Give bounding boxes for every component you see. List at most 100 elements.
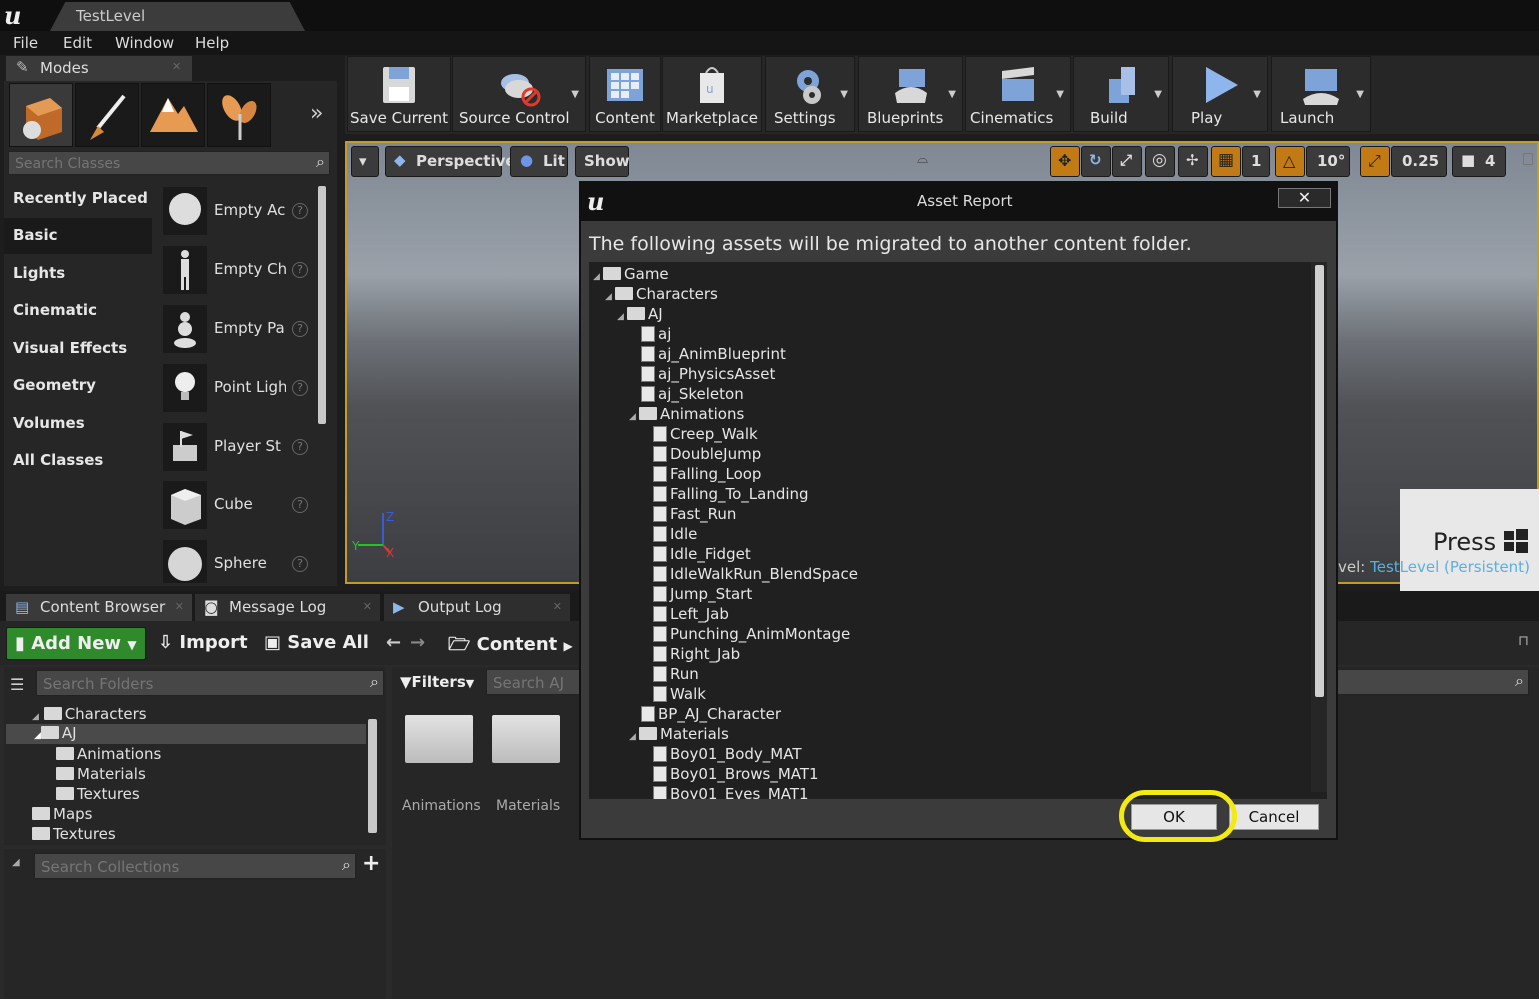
tree-asset-row[interactable]: DoubleJump: [653, 444, 761, 464]
content-button[interactable]: Content: [589, 56, 661, 132]
grid-size-dropdown[interactable]: 1: [1242, 146, 1270, 177]
tree-asset-row[interactable]: Falling_Loop: [653, 464, 761, 484]
expand-triangle-icon[interactable]: ◢: [629, 407, 639, 427]
search-folders-field[interactable]: ⌕: [36, 670, 384, 696]
launch-button[interactable]: Launch ▼: [1271, 56, 1371, 132]
tab-output-log[interactable]: ▶ Output Log ✕: [384, 594, 570, 621]
lit-button[interactable]: ● Lit: [510, 146, 568, 177]
folder-tile-animations[interactable]: [405, 715, 473, 763]
viewport-options-button[interactable]: ▾: [351, 146, 379, 177]
close-icon[interactable]: ✕: [363, 600, 372, 613]
expand-triangle-icon[interactable]: ◢: [617, 307, 627, 327]
place-item-player-start[interactable]: Player St ?: [160, 420, 312, 476]
folder-tree-scrollbar[interactable]: [368, 719, 377, 833]
foliage-mode-button[interactable]: [207, 83, 271, 147]
place-item-empty-pawn[interactable]: Empty Pa ?: [160, 302, 312, 358]
place-item-empty-character[interactable]: Empty Ch ?: [160, 243, 312, 299]
tree-asset-row[interactable]: aj_Skeleton: [641, 384, 744, 404]
tab-content-browser[interactable]: ▤ Content Browser ✕: [6, 594, 192, 621]
folder-item-maps[interactable]: Maps: [32, 805, 92, 823]
world-local-button[interactable]: ◎: [1145, 146, 1175, 177]
tree-asset-row[interactable]: Boy01_Brows_MAT1: [653, 764, 819, 784]
dropdown-arrow-icon[interactable]: ▼: [948, 89, 956, 100]
more-modes-icon[interactable]: »: [310, 101, 323, 126]
scale-snap-toggle[interactable]: ⤢: [1360, 146, 1390, 177]
landscape-mode-button[interactable]: [141, 83, 205, 147]
surface-snap-button[interactable]: ✢: [1178, 146, 1208, 177]
menu-window[interactable]: Window: [115, 34, 174, 52]
rotation-snap-dropdown[interactable]: 10°: [1306, 146, 1350, 177]
camera-speed-button[interactable]: ■ 4: [1452, 146, 1506, 177]
level-tab[interactable]: TestLevel: [50, 2, 305, 31]
place-item-cube[interactable]: Cube ?: [160, 478, 312, 534]
tree-asset-row[interactable]: Jump_Start: [653, 584, 752, 604]
rotation-snap-toggle[interactable]: △: [1275, 146, 1305, 177]
search-folders-input[interactable]: [43, 674, 338, 694]
help-icon[interactable]: ?: [292, 497, 308, 513]
dropdown-arrow-icon[interactable]: ▼: [1356, 89, 1364, 100]
rotate-tool-button[interactable]: ↻: [1081, 146, 1111, 177]
filters-button[interactable]: ▼Filters▼: [400, 673, 474, 691]
tree-asset-row[interactable]: Fast_Run: [653, 504, 736, 524]
close-icon[interactable]: ✕: [172, 60, 181, 73]
tree-folder-row[interactable]: ◢ Animations: [629, 404, 744, 424]
dropdown-arrow-icon[interactable]: ▼: [571, 89, 579, 100]
folder-item-textures-root[interactable]: Textures: [32, 825, 116, 843]
dropdown-arrow-icon[interactable]: ▼: [1154, 89, 1162, 100]
tree-asset-row[interactable]: IdleWalkRun_BlendSpace: [653, 564, 858, 584]
tree-asset-row[interactable]: Left_Jab: [653, 604, 729, 624]
help-icon[interactable]: ?: [292, 380, 308, 396]
help-icon[interactable]: ?: [292, 439, 308, 455]
scale-snap-dropdown[interactable]: 0.25: [1391, 146, 1447, 177]
close-icon[interactable]: ✕: [553, 600, 562, 613]
category-recently-placed[interactable]: Recently Placed: [4, 181, 152, 217]
menu-file[interactable]: File: [13, 34, 38, 52]
scale-tool-button[interactable]: ⤢: [1112, 146, 1142, 177]
tree-folder-row[interactable]: ◢ Materials: [629, 724, 729, 744]
search-collections-field[interactable]: ⌕: [34, 853, 356, 879]
tree-asset-row[interactable]: Idle_Fidget: [653, 544, 751, 564]
tree-folder-row[interactable]: ◢ Game: [593, 264, 669, 284]
place-list-scrollbar[interactable]: [318, 186, 326, 424]
help-icon[interactable]: ?: [292, 321, 308, 337]
modes-tab[interactable]: ✎ Modes ✕: [6, 56, 192, 81]
tree-asset-row[interactable]: Falling_To_Landing: [653, 484, 809, 504]
perspective-button[interactable]: ◆ Perspective: [385, 146, 516, 177]
save-current-button[interactable]: Save Current: [347, 56, 451, 132]
tree-folder-row[interactable]: ◢ Characters: [605, 284, 718, 304]
tree-folder-row[interactable]: ◢ AJ: [617, 304, 663, 324]
folder-item-aj[interactable]: ◢ AJ: [6, 724, 366, 744]
collapse-triangle-icon[interactable]: ◢: [12, 857, 20, 868]
cancel-button[interactable]: Cancel: [1229, 804, 1319, 830]
dialog-title-bar[interactable]: u Asset Report ✕: [581, 183, 1336, 221]
tree-asset-row[interactable]: Punching_AnimMontage: [653, 624, 850, 644]
blueprints-button[interactable]: Blueprints ▼: [858, 56, 963, 132]
folder-tile-materials[interactable]: [492, 715, 560, 763]
search-collections-input[interactable]: [41, 857, 313, 877]
expand-triangle-icon[interactable]: ◢: [629, 727, 639, 747]
folder-item-animations[interactable]: Animations: [56, 745, 161, 763]
source-control-button[interactable]: Source Control ▼: [452, 56, 586, 132]
expand-triangle-icon[interactable]: ◢: [593, 267, 603, 287]
maximize-viewport-icon[interactable]: [1523, 153, 1533, 165]
translate-tool-button[interactable]: ✥: [1050, 146, 1080, 177]
tree-asset-row[interactable]: aj_AnimBlueprint: [641, 344, 786, 364]
settings-button[interactable]: Settings ▼: [765, 56, 855, 132]
menu-help[interactable]: Help: [195, 34, 229, 52]
import-button[interactable]: ⇩ Import: [150, 627, 256, 660]
add-new-button[interactable]: ▮ Add New ▼: [6, 627, 146, 660]
category-cinematic[interactable]: Cinematic: [4, 293, 152, 329]
cinematics-button[interactable]: Cinematics ▼: [965, 56, 1071, 132]
category-geometry[interactable]: Geometry: [4, 368, 152, 404]
place-mode-button[interactable]: [9, 83, 73, 147]
tree-asset-row[interactable]: Run: [653, 664, 699, 684]
tree-asset-row[interactable]: Creep_Walk: [653, 424, 758, 444]
play-button[interactable]: Play ▼: [1172, 56, 1268, 132]
folder-item-textures[interactable]: Textures: [56, 785, 140, 803]
category-visual-effects[interactable]: Visual Effects: [4, 331, 152, 367]
close-icon[interactable]: ✕: [175, 600, 184, 613]
menu-edit[interactable]: Edit: [63, 34, 92, 52]
dropdown-arrow-icon[interactable]: ▼: [840, 89, 848, 100]
category-lights[interactable]: Lights: [4, 256, 152, 292]
help-icon[interactable]: ?: [292, 262, 308, 278]
